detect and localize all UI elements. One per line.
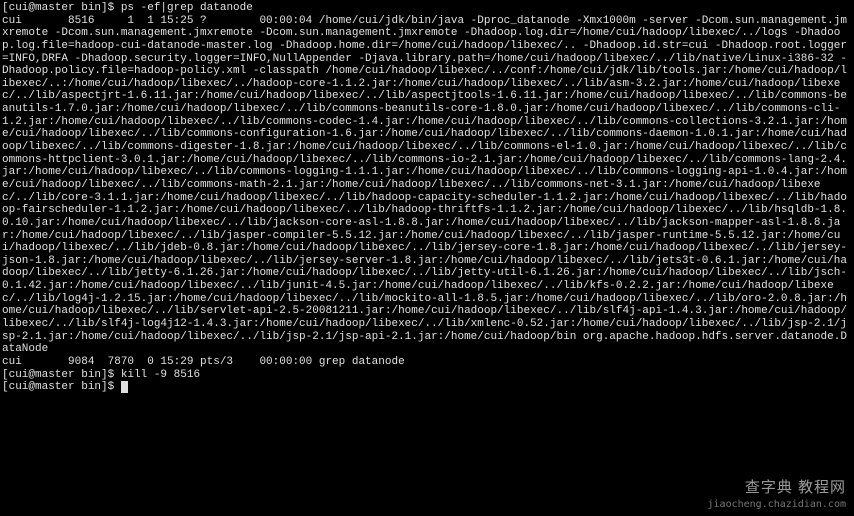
terminal-line-2: [cui@master bin]$ kill -9 8516 bbox=[2, 369, 852, 382]
ps-grep-process: cui 9084 7870 0 15:29 pts/3 00:00:00 gre… bbox=[2, 356, 852, 369]
prompt: [cui@master bin]$ bbox=[2, 381, 121, 393]
ps-java-process: cui 8516 1 1 15:25 ? 00:00:04 /home/cui/… bbox=[2, 15, 852, 356]
cursor bbox=[121, 381, 128, 393]
terminal-line-3[interactable]: [cui@master bin]$ bbox=[2, 381, 852, 394]
typed-command-2[interactable]: kill -9 8516 bbox=[121, 369, 200, 381]
terminal-line-1: [cui@master bin]$ ps -ef|grep datanode bbox=[2, 2, 852, 15]
typed-command-1[interactable]: ps -ef|grep datanode bbox=[121, 2, 253, 14]
prompt: [cui@master bin]$ bbox=[2, 2, 121, 14]
watermark-sub: jiaocheng.chazidian.com bbox=[708, 499, 846, 511]
prompt: [cui@master bin]$ bbox=[2, 369, 121, 381]
watermark-main: 查字典 教程网 bbox=[745, 479, 846, 496]
